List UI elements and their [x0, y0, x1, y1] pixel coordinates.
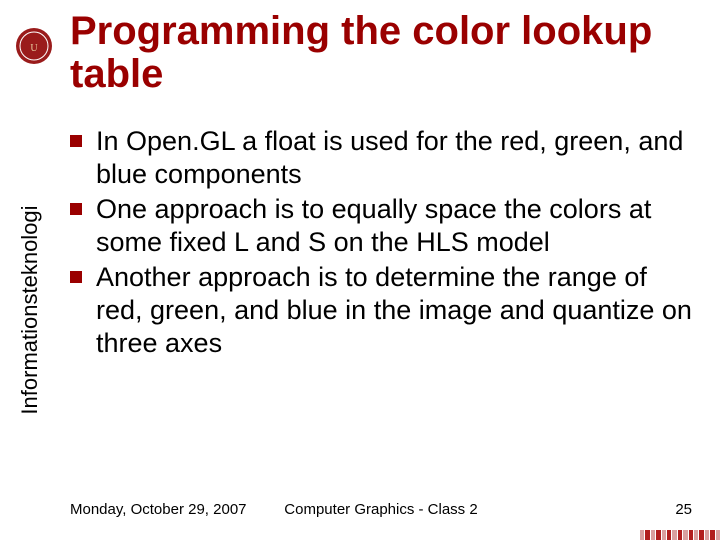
svg-text:U: U [30, 43, 38, 54]
slide-title: Programming the color lookup table [70, 10, 700, 96]
slide-body: In Open.GL a float is used for the red, … [70, 125, 692, 362]
bullet-text: One approach is to equally space the col… [96, 194, 651, 257]
bullet-item: In Open.GL a float is used for the red, … [70, 125, 692, 191]
sidebar-label: Informationsteknologi [17, 205, 43, 414]
footer-course: Computer Graphics - Class 2 [70, 501, 692, 518]
bullet-list: In Open.GL a float is used for the red, … [70, 125, 692, 360]
bullet-text: In Open.GL a float is used for the red, … [96, 126, 683, 189]
sidebar-label-wrap: Informationsteknologi [10, 120, 50, 500]
bullet-text: Another approach is to determine the ran… [96, 262, 692, 358]
bullet-item: One approach is to equally space the col… [70, 193, 692, 259]
slide-footer: Monday, October 29, 2007 Computer Graphi… [70, 501, 692, 518]
bullet-item: Another approach is to determine the ran… [70, 261, 692, 360]
slide: U Programming the color lookup table Inf… [0, 0, 720, 540]
decorative-stripes [640, 530, 720, 540]
university-logo: U [14, 26, 54, 66]
